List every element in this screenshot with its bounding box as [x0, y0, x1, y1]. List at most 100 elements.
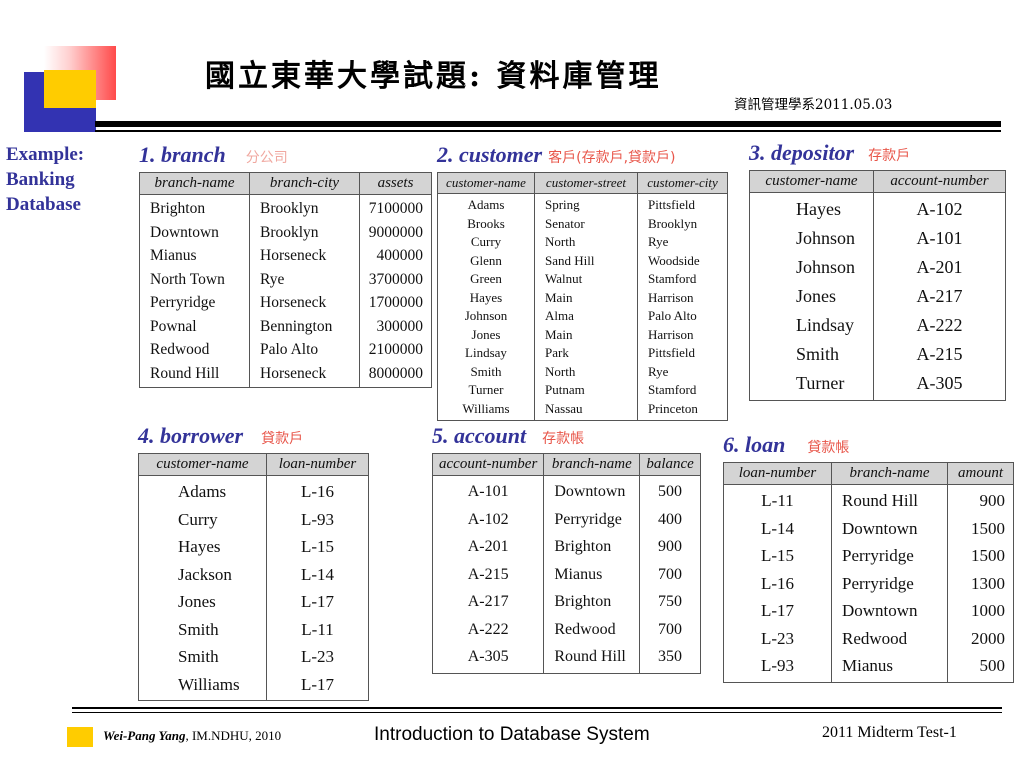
table-cell: Smith: [138, 643, 267, 671]
table-cell: L-17: [266, 588, 369, 616]
table-block-branch: 1. branch 分公司 branch-name branch-city asse…: [139, 142, 432, 388]
relation-table-account: account-number branch-name balance A-101 Do…: [431, 453, 701, 674]
table-cell: Rye: [637, 362, 728, 381]
table-row: Adams L-16: [138, 475, 369, 506]
table-cell: Jones: [437, 325, 535, 344]
table-cell: 750: [639, 588, 701, 616]
table-cell: 400000: [359, 244, 432, 268]
column-header: customer-street: [534, 172, 638, 194]
table-heading-branch: 1. branch 分公司: [139, 142, 432, 172]
table-cell: Park: [534, 344, 638, 363]
table-body: Adams L-16 Curry L-93 Hayes L-15 Jackson L-14 Jo…: [138, 475, 369, 701]
table-annotation-branch: 分公司: [245, 150, 288, 166]
table-cell: L-15: [266, 533, 369, 561]
table-row: Smith L-23: [138, 643, 369, 671]
column-header: account-number: [431, 453, 545, 476]
table-cell: Jackson: [138, 560, 267, 588]
table-cell: Princeton: [637, 399, 728, 421]
column-header: assets: [359, 172, 432, 195]
table-cell: Harrison: [637, 325, 728, 344]
table-body: Brighton Brooklyn 7100000 Downtown Brooklyn 9…: [139, 194, 432, 388]
table-row: Jackson L-14: [138, 560, 369, 588]
table-cell: 350: [639, 643, 701, 673]
table-cell: 9000000: [359, 220, 432, 244]
table-row: Curry North Rye: [437, 233, 728, 252]
table-cell: North: [534, 233, 638, 252]
example-label-line-2: Banking: [6, 169, 75, 190]
table-block-customer: 2. customer 客戶(存款戶,貸款戶) customer-name cus…: [437, 142, 728, 421]
table-cell: A-201: [431, 533, 545, 561]
table-cell: Perryridge: [831, 569, 948, 597]
table-cell: Brooklyn: [249, 220, 360, 244]
table-cell: Alma: [534, 307, 638, 326]
table-cell: Brooks: [437, 214, 535, 233]
table-cell: Main: [534, 325, 638, 344]
table-row: Smith North Rye: [437, 362, 728, 381]
table-row: Johnson Alma Palo Alto: [437, 307, 728, 326]
table-cell: Smith: [138, 615, 267, 643]
table-cell: 500: [639, 475, 701, 506]
table-row: Jones A-217: [749, 282, 1006, 311]
table-row: A-101 Downtown 500: [431, 475, 701, 506]
table-row: Mianus Horseneck 400000: [139, 244, 432, 268]
relation-table-customer: customer-name customer-street customer-cit…: [437, 172, 728, 421]
example-label: Example: Banking Database: [6, 142, 136, 217]
table-cell: 700: [639, 615, 701, 643]
table-cell: Lindsay: [749, 311, 874, 340]
page-subtitle: 資訊管理學系2011.05.03: [734, 97, 893, 113]
table-cell: Stamford: [637, 270, 728, 289]
table-cell: Pittsfield: [637, 344, 728, 363]
example-label-line-1: Example:: [6, 144, 85, 165]
table-cell: L-14: [266, 560, 369, 588]
table-row: Pownal Bennington 300000: [139, 314, 432, 338]
table-row: Smith A-215: [749, 340, 1006, 369]
table-cell: Brooklyn: [637, 214, 728, 233]
table-row: A-215 Mianus 700: [431, 560, 701, 588]
table-block-depositor: 3. depositor 存款戶 customer-name account-nu…: [749, 140, 1006, 401]
table-row: L-23 Redwood 2000: [723, 624, 1014, 652]
table-cell: Palo Alto: [249, 338, 360, 362]
table-cell: A-101: [873, 224, 1006, 253]
table-cell: Sand Hill: [534, 251, 638, 270]
table-cell: L-17: [723, 597, 832, 625]
table-cell: Round Hill: [831, 484, 948, 515]
table-title-loan: 6. loan: [723, 432, 786, 457]
relation-table-branch: branch-name branch-city assets Brighton Bro…: [139, 172, 432, 388]
table-heading-customer: 2. customer 客戶(存款戶,貸款戶): [437, 142, 728, 172]
table-cell: Horseneck: [249, 291, 360, 315]
table-cell: Harrison: [637, 288, 728, 307]
table-cell: 2100000: [359, 338, 432, 362]
table-heading-borrower: 4. borrower 貸款戶: [138, 423, 369, 453]
table-cell: Williams: [437, 399, 535, 421]
table-row: Hayes L-15: [138, 533, 369, 561]
table-cell: Brighton: [543, 533, 641, 561]
table-cell: 400: [639, 505, 701, 533]
column-header: customer-name: [749, 170, 874, 193]
column-header: account-number: [873, 170, 1006, 193]
table-cell: A-222: [431, 615, 545, 643]
table-header-row: branch-name branch-city assets: [139, 172, 432, 195]
table-row: L-11 Round Hill 900: [723, 484, 1014, 515]
table-row: Curry L-93: [138, 505, 369, 533]
table-cell: Stamford: [637, 381, 728, 400]
table-title-depositor: 3. depositor: [749, 140, 855, 165]
table-cell: 700: [639, 560, 701, 588]
table-row: A-102 Perryridge 400: [431, 505, 701, 533]
table-cell: 1500: [947, 514, 1014, 542]
table-cell: Woodside: [637, 251, 728, 270]
table-cell: 3700000: [359, 267, 432, 291]
table-cell: Glenn: [437, 251, 535, 270]
table-header-row: loan-number branch-name amount: [723, 462, 1014, 485]
table-cell: Nassau: [534, 399, 638, 421]
table-cell: Adams: [437, 193, 535, 215]
table-cell: 500: [947, 652, 1014, 682]
table-cell: Redwood: [543, 615, 641, 643]
table-cell: 7100000: [359, 194, 432, 221]
table-cell: Redwood: [831, 624, 948, 652]
table-cell: Downtown: [831, 597, 948, 625]
footer-course-title: Introduction to Database System: [374, 724, 650, 745]
table-header-row: account-number branch-name balance: [431, 453, 701, 476]
table-row: Turner Putnam Stamford: [437, 381, 728, 400]
column-header: loan-number: [266, 453, 369, 476]
table-cell: Horseneck: [249, 244, 360, 268]
